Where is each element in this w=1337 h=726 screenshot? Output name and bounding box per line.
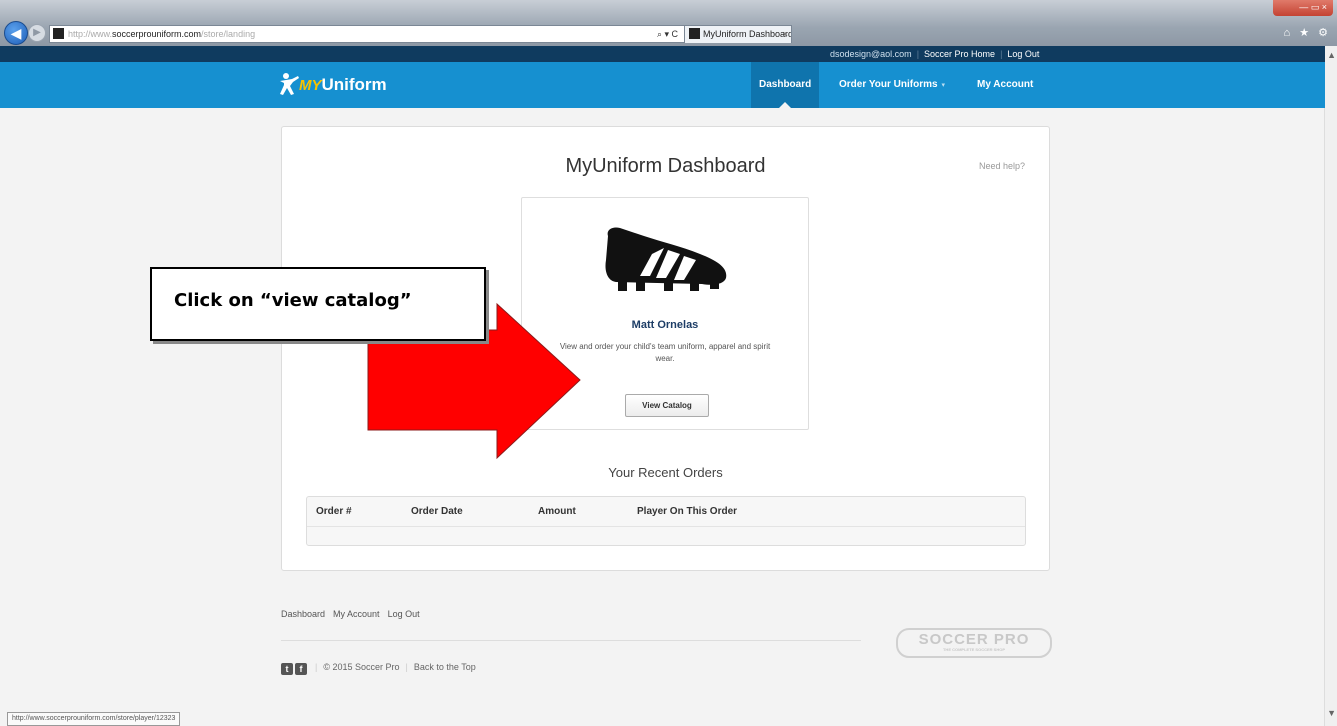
scrollbar[interactable] (1324, 46, 1337, 726)
browser-chrome: ◀ ▶ http://www.soccerprouniform.com/stor… (0, 0, 1337, 46)
orders-table: Order # Order Date Amount Player On This… (306, 496, 1026, 546)
nav-dashboard-label: Dashboard (759, 79, 812, 90)
site-favicon-icon (53, 28, 64, 39)
column-order-number: Order # (316, 506, 352, 517)
recent-orders-title: Your Recent Orders (608, 465, 723, 480)
topbar-logout-link[interactable]: Log Out (1007, 49, 1039, 59)
column-player: Player On This Order (637, 506, 738, 517)
address-controls[interactable]: ⌕ ▾ C (657, 26, 678, 42)
dashboard-card: MyUniform Dashboard Need help? Matt Orne… (281, 126, 1050, 571)
toolbar-icons[interactable]: ⌂ ★ ⚙ (1284, 26, 1331, 39)
status-bar-url: http://www.soccerprouniform.com/store/pl… (7, 712, 181, 726)
tab-close-icon[interactable]: × (783, 26, 788, 43)
page-title: MyUniform Dashboard (565, 155, 766, 177)
nav-order-label: Order Your Uniforms (839, 79, 938, 90)
nav-account-label: My Account (977, 79, 1034, 90)
nav-my-account[interactable]: My Account (977, 62, 1033, 108)
column-order-date: Order Date (411, 506, 463, 517)
back-to-top-link[interactable]: Back to the Top (414, 662, 476, 672)
orders-table-header: Order # Order Date Amount Player On This… (307, 497, 1025, 527)
footer-divider (281, 640, 861, 641)
copyright: © 2015 Soccer Pro (323, 662, 400, 672)
footer-logout-link[interactable]: Log Out (388, 609, 420, 619)
view-catalog-button[interactable]: View Catalog (625, 394, 709, 417)
footer-bottom: t f | © 2015 Soccer Pro | Back to the Top (281, 660, 476, 675)
address-bar[interactable]: http://www.soccerprouniform.com/store/la… (49, 25, 685, 43)
footer-links: Dashboard My Account Log Out (281, 609, 428, 619)
url-path: /store/landing (201, 29, 256, 39)
scroll-up-icon[interactable]: ▲ (1327, 50, 1336, 60)
soccer-pro-brand: SOCCER PRO (918, 631, 1030, 648)
player-figure-icon (278, 72, 299, 95)
facebook-icon[interactable]: f (295, 663, 307, 675)
player-description: View and order your child's team uniform… (559, 342, 771, 363)
back-arrow-icon[interactable]: ◀ (4, 21, 28, 45)
tab-title: MyUniform Dashboard - So... (703, 29, 792, 39)
annotation-callout: Click on “view catalog” (150, 267, 486, 341)
logo-my-text: MY (299, 77, 322, 94)
user-email: dsodesign@aol.com (830, 49, 912, 59)
nav-order-uniforms[interactable]: Order Your Uniforms ▾ (839, 62, 945, 108)
footer-dashboard-link[interactable]: Dashboard (281, 609, 325, 619)
annotation-text: Click on “view catalog” (174, 290, 412, 311)
player-card: Matt Ornelas View and order your child's… (521, 197, 809, 430)
soccer-pro-logo: SOCCER PRO THE COMPLETE SOCCER SHOP (896, 628, 1052, 658)
forward-arrow-icon[interactable]: ▶ (28, 24, 46, 42)
url-prefix: http://www. (68, 29, 113, 39)
column-amount: Amount (538, 506, 576, 517)
twitter-icon[interactable]: t (281, 663, 293, 675)
soccer-cleat-icon (605, 227, 727, 291)
soccer-pro-tagline: THE COMPLETE SOCCER SHOP (942, 647, 1005, 652)
footer-account-link[interactable]: My Account (333, 609, 380, 619)
browser-tab[interactable]: MyUniform Dashboard - So... × (684, 25, 792, 43)
scroll-down-icon[interactable]: ▼ (1327, 708, 1336, 718)
nav-dashboard[interactable]: Dashboard (751, 62, 820, 108)
logo-uniform-text: Uniform (321, 75, 387, 94)
window-controls[interactable]: — ▭ × (1273, 0, 1333, 16)
tab-favicon-icon (689, 28, 700, 39)
soccer-pro-home-link[interactable]: Soccer Pro Home (924, 49, 995, 59)
chevron-down-icon: ▾ (941, 82, 946, 89)
url-domain: soccerprouniform.com (112, 29, 202, 39)
main-navbar: MYUniform Dashboard Order Your Uniforms ▾… (0, 62, 1325, 108)
player-name: Matt Ornelas (631, 319, 699, 331)
myuniform-logo[interactable]: MYUniform (278, 72, 387, 98)
account-topbar: dsodesign@aol.com | Soccer Pro Home | Log Ou… (0, 46, 1325, 62)
need-help-link[interactable]: Need help? (979, 161, 1025, 171)
